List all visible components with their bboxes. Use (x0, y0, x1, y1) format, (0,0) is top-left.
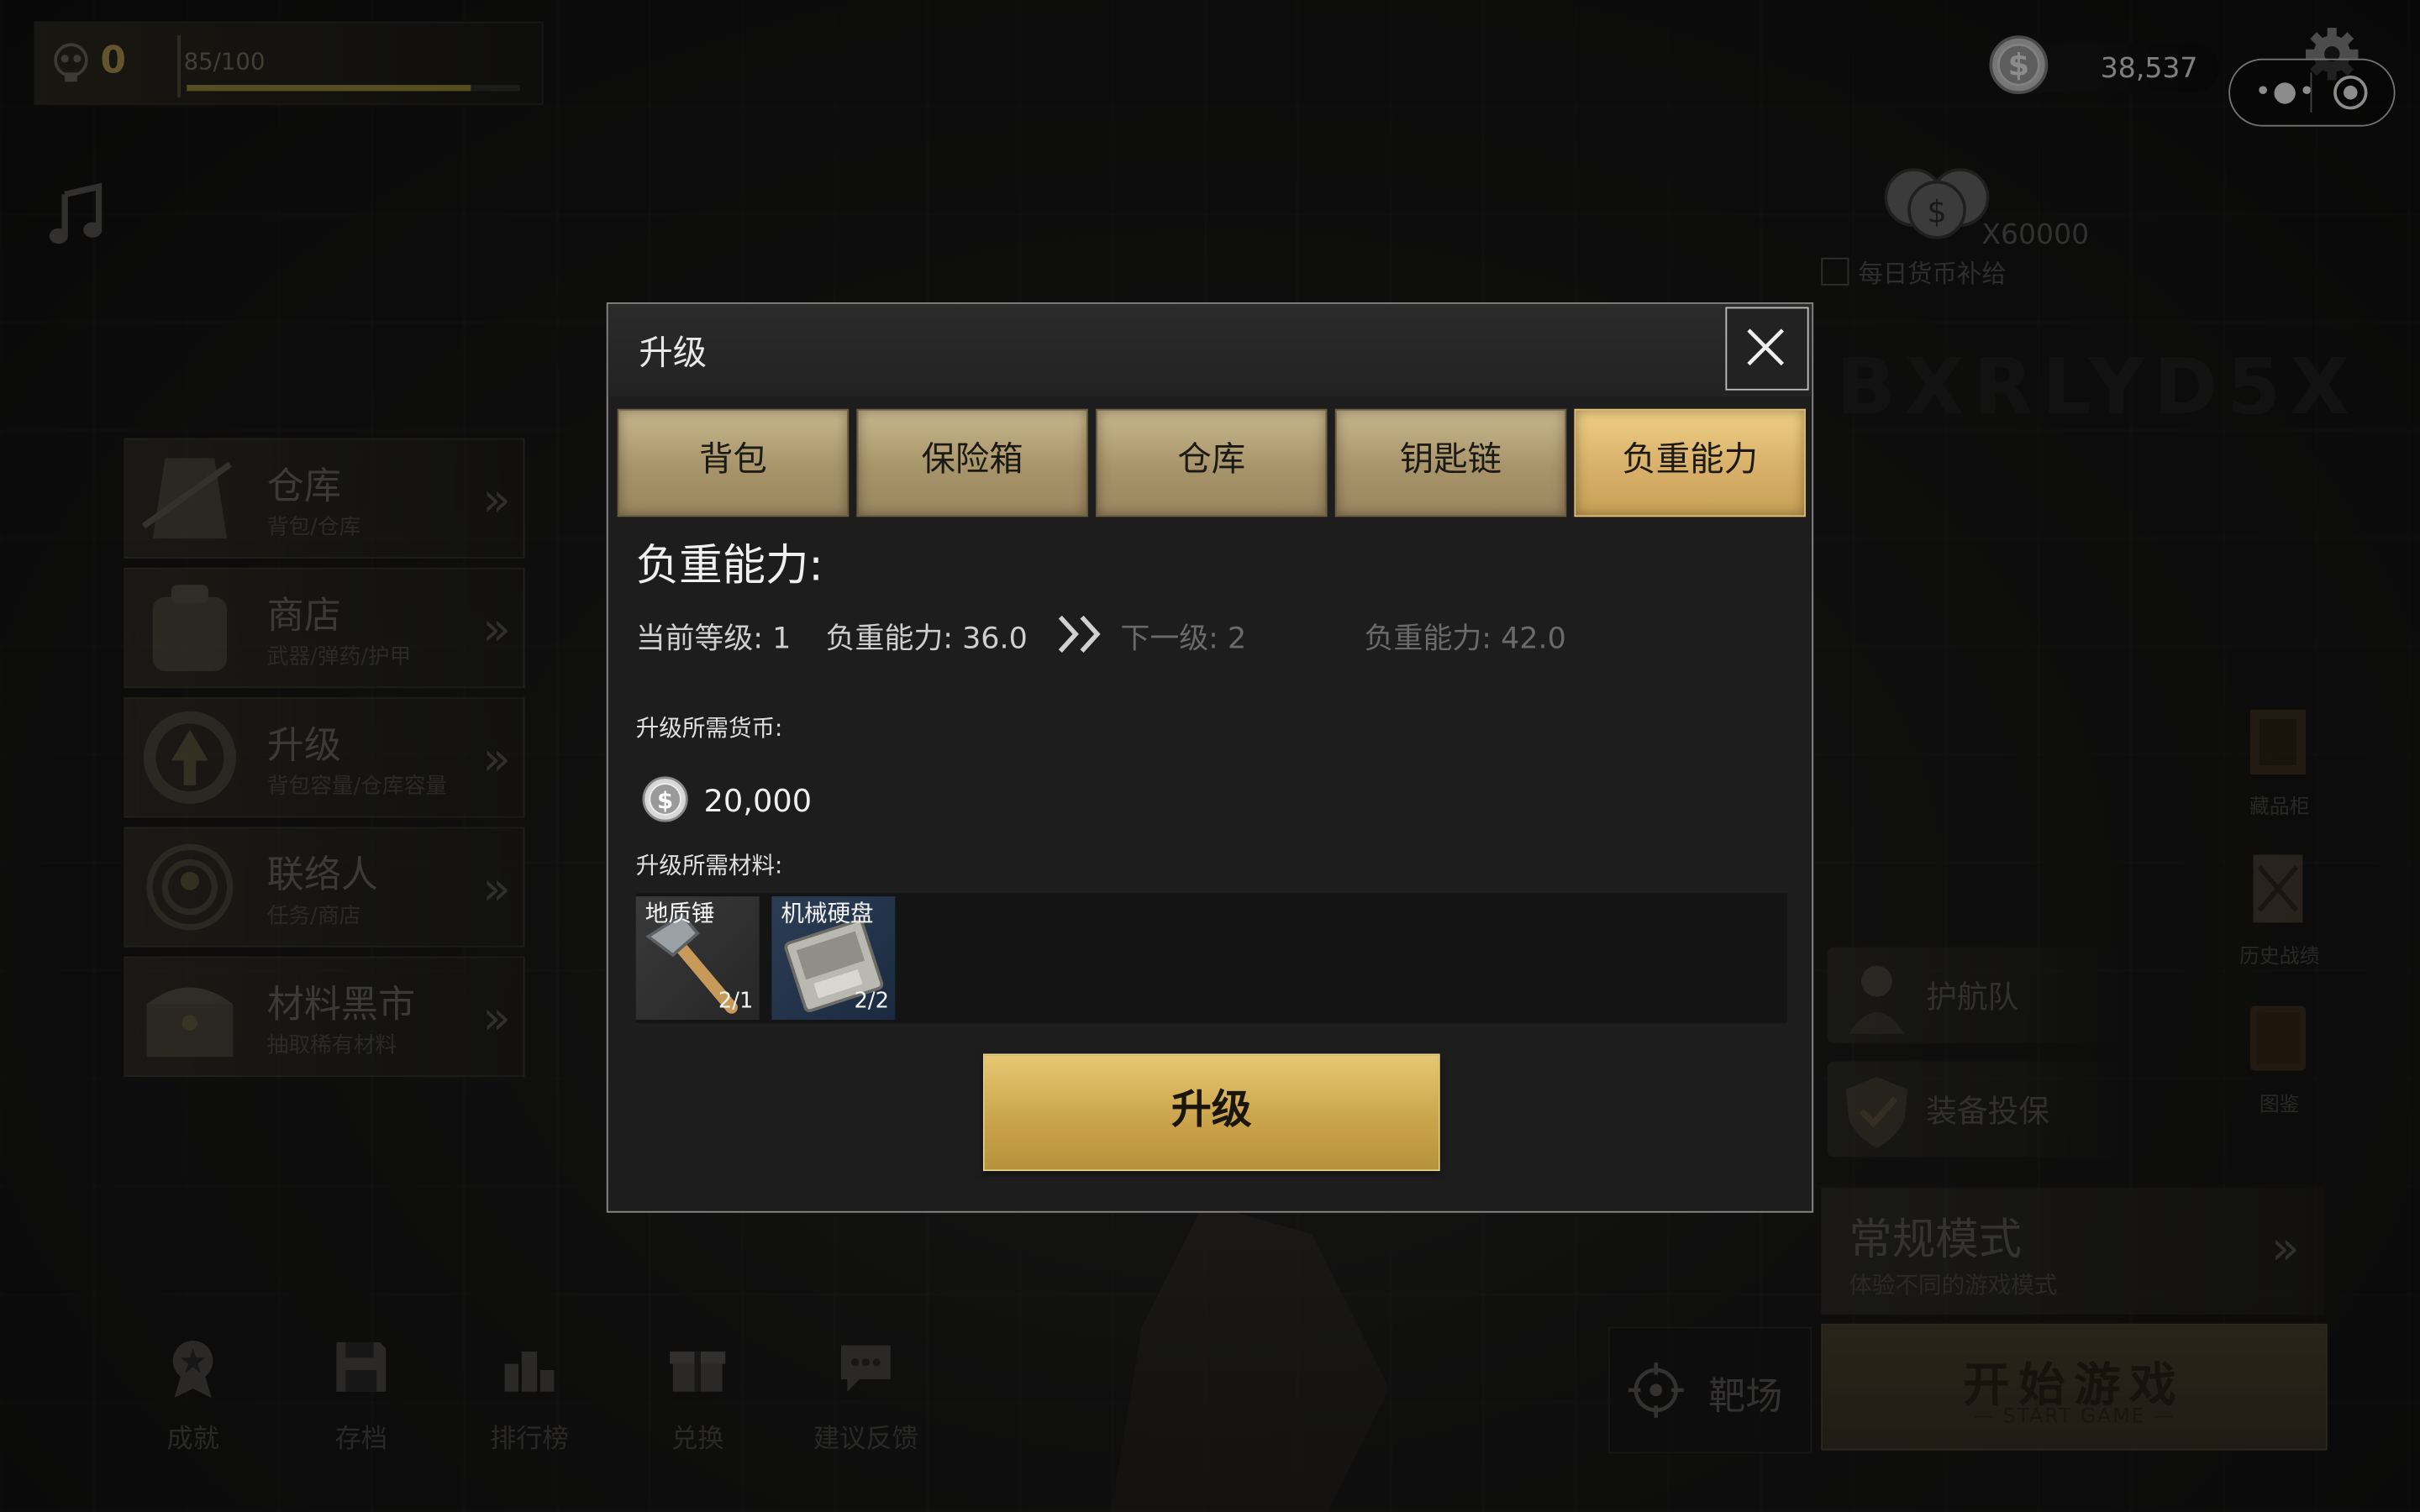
close-icon (1747, 328, 1785, 366)
svg-text:$: $ (657, 787, 673, 814)
game-screen: BXRLYD5X 0 85/100 38,537 $ •●• $ X60000 … (0, 0, 2420, 1512)
materials-label: 升级所需材料: (635, 851, 783, 879)
current-level: 当前等级: 1 (635, 622, 792, 656)
currency-amount: 20,000 (703, 782, 813, 820)
material-geology-hammer[interactable]: 地质锤 2/1 (635, 896, 760, 1021)
material-hard-drive[interactable]: 机械硬盘 2/2 (771, 896, 896, 1021)
material-count: 2/2 (854, 989, 889, 1014)
section-title: 负重能力: (635, 539, 823, 591)
material-name: 地质锤 (644, 899, 715, 927)
material-name: 机械硬盘 (781, 899, 874, 927)
tab-keychain[interactable]: 钥匙链 (1334, 408, 1567, 517)
materials-list: 地质锤 2/1 机械硬盘 2/2 (635, 893, 1787, 1023)
dialog-header: 升级 (608, 303, 1812, 397)
tab-carry-capacity[interactable]: 负重能力 (1574, 408, 1806, 517)
dialog-title: 升级 (639, 334, 708, 374)
tab-safe-box[interactable]: 保险箱 (856, 408, 1088, 517)
dollar-coin-icon: $ (642, 776, 688, 822)
material-count: 2/1 (718, 989, 754, 1014)
upgrade-button[interactable]: 升级 (982, 1053, 1440, 1172)
current-capacity: 负重能力: 36.0 (825, 622, 1028, 656)
tab-backpack[interactable]: 背包 (617, 408, 850, 517)
upgrade-dialog: 升级 背包 保险箱 仓库 钥匙链 负重能力 负重能力: 当前等级: 1 负重能力… (606, 302, 1814, 1213)
currency-label: 升级所需货币: (635, 714, 783, 743)
upgrade-tabs: 背包 保险箱 仓库 钥匙链 负重能力 (617, 408, 1806, 517)
close-button[interactable] (1725, 307, 1809, 391)
double-chevron-right-icon (1058, 615, 1101, 653)
next-level: 下一级: 2 (1120, 622, 1247, 656)
next-capacity: 负重能力: 42.0 (1364, 622, 1566, 656)
tab-warehouse[interactable]: 仓库 (1096, 408, 1328, 517)
